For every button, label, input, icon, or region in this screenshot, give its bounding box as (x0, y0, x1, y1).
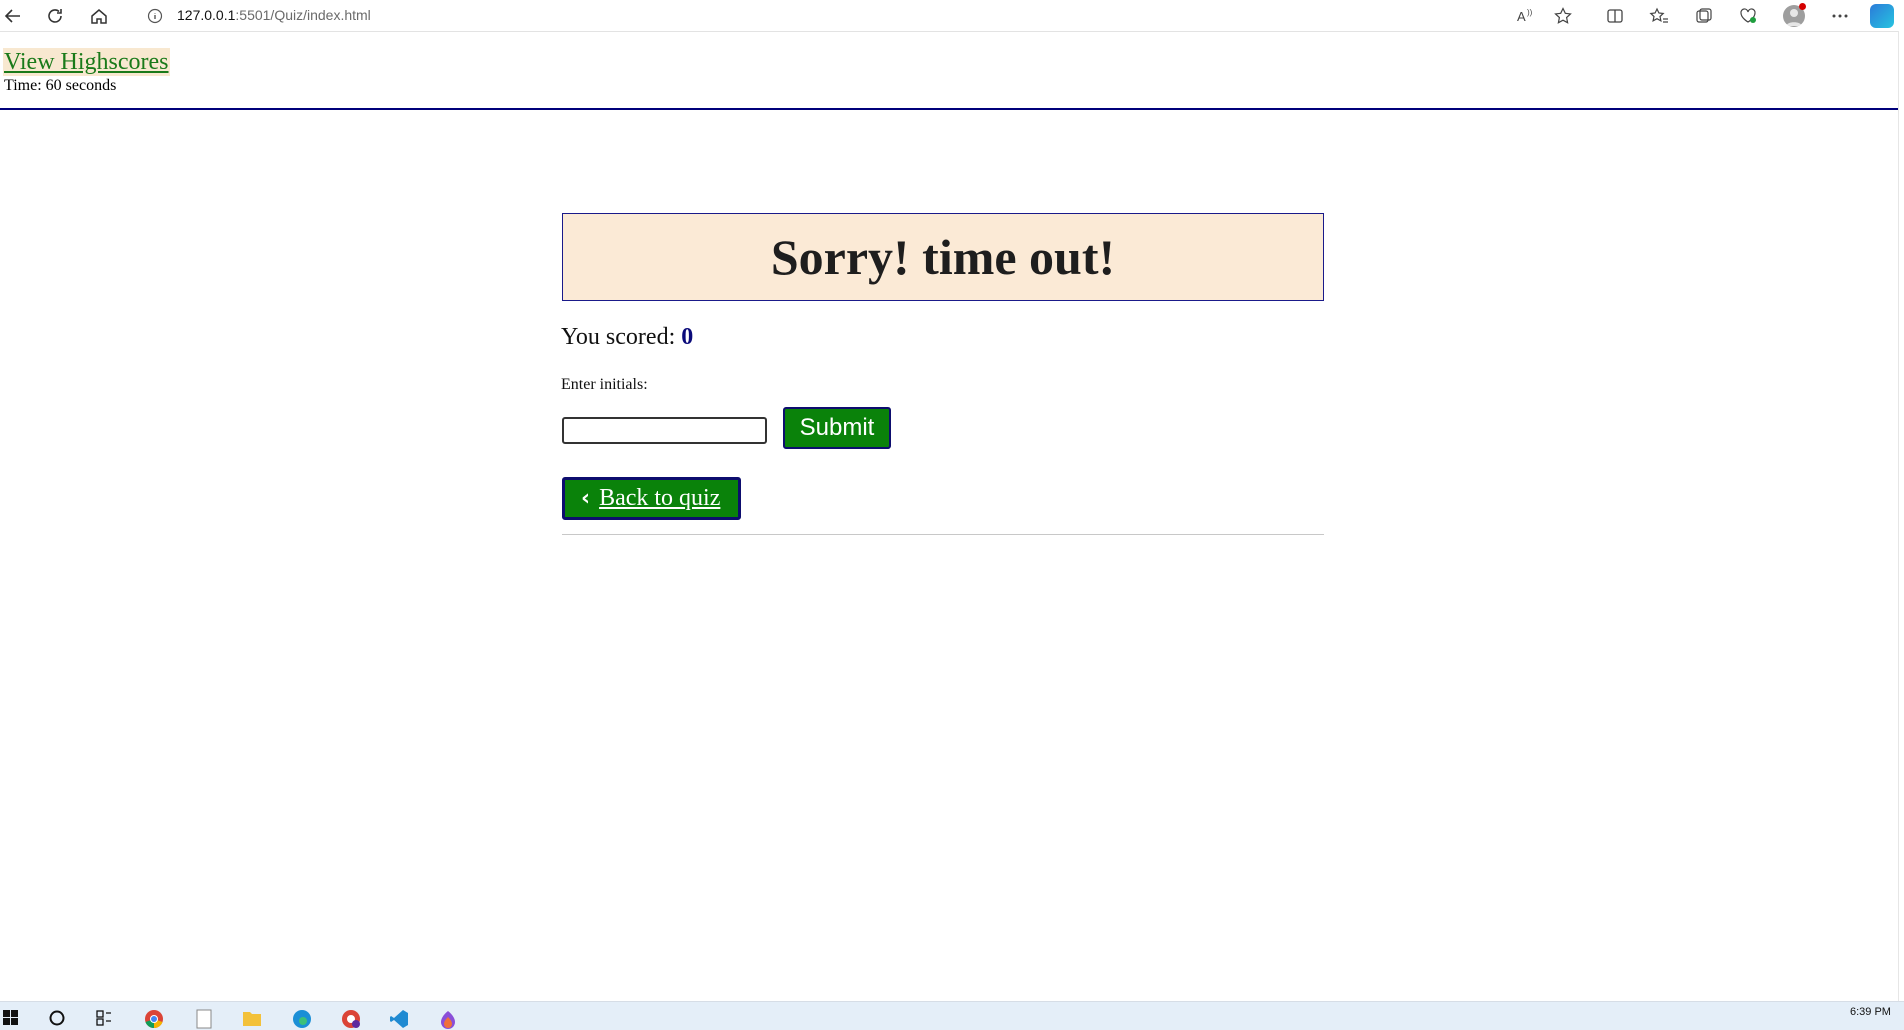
vscode-icon[interactable] (388, 1009, 410, 1029)
home-icon[interactable] (86, 3, 112, 29)
app-icon[interactable] (437, 1009, 459, 1029)
copilot-icon[interactable] (1870, 4, 1894, 28)
header-divider (0, 108, 1900, 110)
chrome-icon[interactable] (143, 1009, 165, 1029)
initials-input[interactable] (562, 417, 767, 444)
back-arrow-icon[interactable] (0, 3, 26, 29)
info-icon[interactable] (145, 6, 165, 26)
result-banner: Sorry! time out! (562, 213, 1324, 301)
url-text[interactable]: 127.0.0.1:5501/Quiz/index.html (177, 7, 371, 23)
more-icon[interactable] (1826, 3, 1854, 29)
chrome-profile-icon[interactable] (340, 1009, 362, 1029)
chevron-left-icon: ‹ (581, 486, 591, 511)
view-highscores-link[interactable]: View Highscores (3, 48, 170, 76)
score-prefix: You scored: (561, 324, 682, 350)
taskbar (0, 1001, 1904, 1030)
taskbar-clock[interactable]: 6:39 PM (1850, 1006, 1891, 1018)
split-screen-icon[interactable] (1601, 3, 1629, 29)
browser-toolbar: 127.0.0.1:5501/Quiz/index.html A)) (0, 0, 1904, 32)
score-value: 0 (681, 324, 694, 350)
score-line: You scored: 0 (561, 324, 693, 351)
back-to-quiz-button[interactable]: ‹ Back to quiz (562, 477, 741, 520)
result-title: Sorry! time out! (770, 229, 1116, 285)
browser-essentials-icon[interactable] (1734, 3, 1762, 29)
file-explorer-icon[interactable] (241, 1009, 263, 1029)
favorites-icon[interactable] (1645, 3, 1673, 29)
svg-text:)): )) (1527, 8, 1533, 17)
scrollbar-track[interactable] (1898, 31, 1904, 1001)
search-icon[interactable] (46, 1009, 68, 1029)
submit-button[interactable]: Submit (783, 407, 891, 449)
initials-label: Enter initials: (561, 376, 648, 393)
timer-text: Time: 60 seconds (4, 77, 117, 94)
notification-dot (1799, 3, 1806, 10)
url-host: 127.0.0.1 (177, 7, 236, 23)
result-divider (562, 534, 1324, 535)
back-to-quiz-label: Back to quiz (599, 485, 721, 511)
url-path: :5501/Quiz/index.html (235, 7, 371, 23)
notepad-icon[interactable] (193, 1009, 215, 1029)
favorite-star-icon[interactable] (1549, 3, 1577, 29)
windows-start-icon[interactable] (0, 1009, 22, 1029)
read-aloud-icon[interactable]: A)) (1512, 3, 1540, 29)
refresh-icon[interactable] (42, 3, 68, 29)
edge-icon[interactable] (291, 1009, 313, 1029)
svg-text:A: A (1517, 9, 1526, 24)
task-view-icon[interactable] (93, 1009, 115, 1029)
collections-icon[interactable] (1690, 3, 1718, 29)
